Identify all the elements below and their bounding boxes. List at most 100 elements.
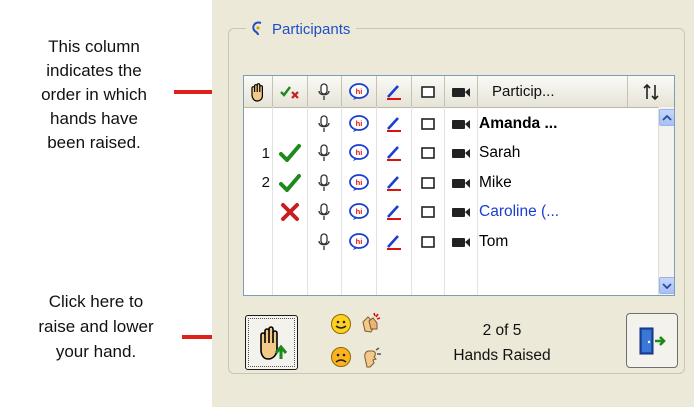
screen-icon bbox=[420, 117, 435, 130]
video-cell[interactable] bbox=[444, 198, 477, 227]
panel-title: Participants bbox=[246, 20, 357, 38]
screen-cell[interactable] bbox=[411, 109, 444, 138]
hand-order-number bbox=[244, 198, 272, 227]
screen-icon bbox=[420, 176, 435, 189]
video-cell[interactable] bbox=[444, 168, 477, 197]
col-screen[interactable] bbox=[411, 76, 445, 107]
col-participant-name[interactable]: Particip... bbox=[477, 76, 628, 107]
chat-cell[interactable]: hi bbox=[341, 227, 376, 256]
callout-line: been raised. bbox=[47, 133, 141, 152]
sort-button[interactable] bbox=[628, 76, 674, 107]
pen-icon bbox=[386, 205, 401, 220]
video-cell[interactable] bbox=[444, 227, 477, 256]
svg-text:hi: hi bbox=[355, 148, 362, 157]
status-cell bbox=[272, 139, 307, 168]
video-camera-icon bbox=[451, 119, 470, 129]
raised-hand-icon bbox=[251, 82, 264, 102]
pen-cell[interactable] bbox=[376, 198, 411, 227]
video-camera-icon bbox=[451, 208, 470, 217]
col-hand-order[interactable] bbox=[244, 76, 273, 107]
col-whiteboard[interactable] bbox=[376, 76, 412, 107]
participant-row[interactable]: hi Caroline (... bbox=[244, 198, 659, 227]
screen-cell[interactable] bbox=[411, 139, 444, 168]
hand-order-callout: This column indicates the order in which… bbox=[6, 35, 182, 155]
col-video[interactable] bbox=[444, 76, 478, 107]
participant-name[interactable]: Caroline (... bbox=[477, 198, 658, 227]
scroll-up-button[interactable] bbox=[659, 109, 674, 126]
screen-cell[interactable] bbox=[411, 227, 444, 256]
hand-order-number: 1 bbox=[261, 144, 270, 162]
microphone-cell[interactable] bbox=[307, 227, 341, 256]
pen-icon bbox=[386, 175, 401, 191]
pen-cell[interactable] bbox=[376, 139, 411, 168]
participant-name[interactable]: Amanda ... bbox=[477, 109, 658, 138]
callout-line: your hand. bbox=[55, 342, 137, 361]
chat-bubble-icon: hi bbox=[348, 144, 369, 161]
laugh-icon[interactable] bbox=[359, 345, 383, 369]
raise-hand-button[interactable] bbox=[245, 315, 298, 370]
participants-icon bbox=[252, 21, 262, 36]
pen-cell[interactable] bbox=[376, 109, 411, 138]
video-camera-icon bbox=[451, 87, 470, 97]
screen-icon bbox=[420, 235, 435, 248]
svg-text:hi: hi bbox=[355, 178, 362, 187]
hands-raised-status: 2 of 5 Hands Raised bbox=[426, 318, 578, 368]
participant-row[interactable]: hi Amanda ... bbox=[244, 109, 659, 138]
chat-bubble-icon: hi bbox=[348, 203, 369, 220]
raise-hand-callout: Click here to raise and lower your hand. bbox=[10, 289, 182, 364]
pen-cell[interactable] bbox=[376, 168, 411, 197]
status-cell bbox=[272, 109, 307, 138]
participant-row[interactable]: 1 hi Sarah bbox=[244, 139, 659, 168]
microphone-cell[interactable] bbox=[307, 198, 341, 227]
svg-text:hi: hi bbox=[355, 237, 362, 246]
chat-bubble-icon: hi bbox=[348, 173, 369, 191]
hands-raised-label: Hands Raised bbox=[453, 347, 551, 364]
pen-icon bbox=[386, 84, 401, 100]
video-cell[interactable] bbox=[444, 109, 477, 138]
table-header: hi Particip... bbox=[244, 76, 674, 108]
panel-title-text: Participants bbox=[272, 20, 351, 38]
participant-name[interactable]: Tom bbox=[477, 227, 658, 256]
pen-cell[interactable] bbox=[376, 227, 411, 256]
hand-order-number: 2 bbox=[261, 174, 270, 191]
hand-order-number bbox=[244, 227, 272, 256]
screen-cell[interactable] bbox=[411, 198, 444, 227]
svg-text:hi: hi bbox=[355, 119, 362, 128]
applause-icon[interactable] bbox=[359, 311, 383, 335]
leave-session-button[interactable] bbox=[626, 313, 678, 368]
chat-cell[interactable]: hi bbox=[341, 168, 376, 197]
screen-cell[interactable] bbox=[411, 168, 444, 197]
microphone-cell[interactable] bbox=[307, 109, 341, 138]
microphone-cell[interactable] bbox=[307, 168, 341, 197]
participants-table[interactable]: hi Particip... hi Amanda ... 1 hi Sarah … bbox=[243, 75, 675, 296]
col-microphone[interactable] bbox=[307, 76, 342, 107]
callout-line: raise and lower bbox=[38, 317, 154, 336]
status-cell bbox=[272, 227, 307, 256]
checkmark-icon bbox=[278, 173, 301, 192]
chat-cell[interactable]: hi bbox=[341, 109, 376, 138]
checkmark-icon bbox=[278, 144, 301, 162]
microphone-cell[interactable] bbox=[307, 139, 341, 168]
pen-icon bbox=[386, 146, 401, 161]
col-chat[interactable]: hi bbox=[341, 76, 377, 107]
chat-cell[interactable]: hi bbox=[341, 198, 376, 227]
exit-door-icon bbox=[639, 327, 666, 354]
chat-cell[interactable]: hi bbox=[341, 139, 376, 168]
status-cell bbox=[272, 198, 307, 227]
callout-line: hands have bbox=[50, 109, 138, 128]
participant-row[interactable]: 2 hi Mike bbox=[244, 168, 659, 197]
participant-name[interactable]: Mike bbox=[477, 168, 658, 197]
scroll-down-button[interactable] bbox=[659, 277, 674, 294]
screen-icon bbox=[420, 147, 435, 159]
col-status[interactable] bbox=[272, 76, 308, 107]
participant-row[interactable]: hi Tom bbox=[244, 227, 659, 256]
svg-text:hi: hi bbox=[355, 87, 362, 96]
chat-bubble-icon: hi bbox=[348, 114, 369, 132]
video-cell[interactable] bbox=[444, 139, 477, 168]
vertical-scrollbar[interactable] bbox=[658, 107, 674, 295]
participant-name[interactable]: Sarah bbox=[477, 139, 658, 168]
sad-face-icon[interactable] bbox=[330, 346, 352, 368]
screen-icon bbox=[420, 206, 435, 218]
smiley-icon[interactable] bbox=[330, 313, 352, 335]
callout-line: Click here to bbox=[48, 292, 144, 311]
